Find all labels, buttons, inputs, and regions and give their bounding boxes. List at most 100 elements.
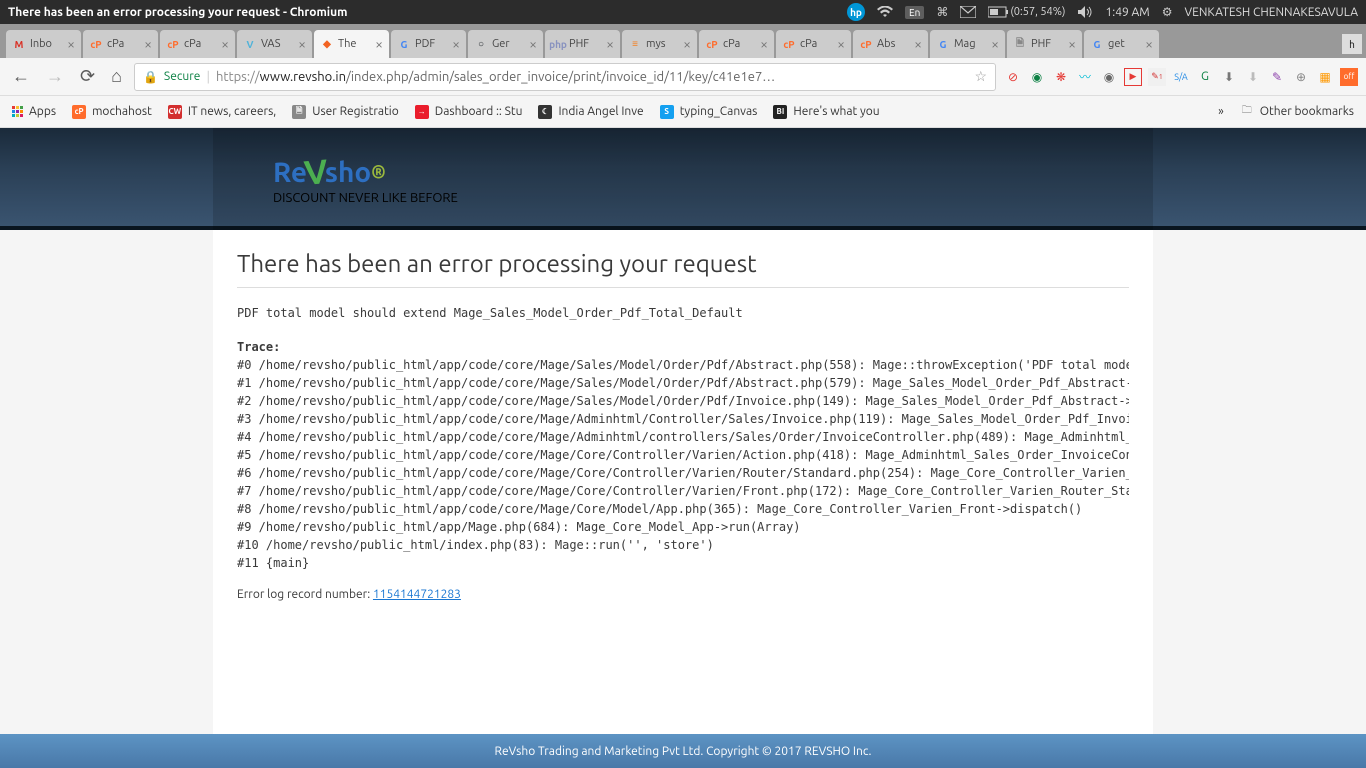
logo-area: ReVsho® DISCOUNT NEVER LIKE BEFORE <box>213 128 1153 230</box>
bookmark-item[interactable]: cPmochahost <box>72 105 152 119</box>
browser-tab[interactable]: ○Ger× <box>468 30 543 58</box>
lang-indicator[interactable]: En <box>905 6 924 19</box>
site-logo[interactable]: ReVsho® DISCOUNT NEVER LIKE BEFORE <box>273 153 458 205</box>
ext-icon-3[interactable]: ❋ <box>1052 68 1070 86</box>
ext-icon-1[interactable]: ⊘ <box>1004 68 1022 86</box>
browser-tab[interactable]: ◆The× <box>314 30 389 58</box>
bookmark-item[interactable]: Styping_Canvas <box>660 105 758 119</box>
trace-scroll[interactable]: Trace: #0 /home/revsho/public_html/app/c… <box>237 338 1129 578</box>
tab-close-icon[interactable]: × <box>298 36 306 52</box>
tab-favicon: cP <box>705 37 719 51</box>
bookmark-item[interactable]: →Dashboard :: Stu <box>415 105 523 119</box>
tab-title: PHF <box>569 38 602 50</box>
bookmark-title: IT news, careers, <box>188 105 276 118</box>
forward-button[interactable]: → <box>42 66 68 87</box>
ext-icon-13[interactable]: ⊕ <box>1292 68 1310 86</box>
browser-tab[interactable]: VVAS× <box>237 30 312 58</box>
tab-close-icon[interactable]: × <box>67 36 75 52</box>
reload-button[interactable]: ⟳ <box>76 66 99 87</box>
ext-icon-5[interactable]: ◉ <box>1100 68 1118 86</box>
tab-favicon: php <box>551 37 565 51</box>
tab-favicon: cP <box>166 37 180 51</box>
ext-icon-6[interactable]: ▶ <box>1124 68 1142 86</box>
tab-title: PDF <box>415 38 448 50</box>
tab-close-icon[interactable]: × <box>760 36 768 52</box>
tab-close-icon[interactable]: × <box>837 36 845 52</box>
ext-icon-9[interactable]: G <box>1196 68 1214 86</box>
tab-favicon: M <box>12 37 26 51</box>
bookmark-item[interactable]: BIHere's what you <box>773 105 879 119</box>
bookmark-item[interactable]: CW IT news, careers, <box>168 105 276 119</box>
tab-close-icon[interactable]: × <box>375 36 383 52</box>
tab-close-icon[interactable]: × <box>529 36 537 52</box>
star-icon[interactable]: ☆ <box>974 68 987 85</box>
tab-favicon: G <box>936 37 950 51</box>
other-bookmarks-label: Other bookmarks <box>1260 105 1354 118</box>
log-record: Error log record number: 1154144721283 <box>237 588 1129 601</box>
stack-trace: Trace: #0 /home/revsho/public_html/app/c… <box>237 338 1129 578</box>
tab-favicon: ≡ <box>628 37 642 51</box>
page-viewport[interactable]: ReVsho® DISCOUNT NEVER LIKE BEFORE There… <box>0 128 1366 768</box>
tab-close-icon[interactable]: × <box>683 36 691 52</box>
browser-tab[interactable]: cP cPa × <box>776 30 851 58</box>
tab-close-icon[interactable]: × <box>606 36 614 52</box>
browser-tab[interactable]: M Inbo × <box>6 30 81 58</box>
tab-close-icon[interactable]: × <box>914 36 922 52</box>
ext-icon-14[interactable]: ▦ <box>1316 68 1334 86</box>
tab-close-icon[interactable]: × <box>221 36 229 52</box>
gear-icon[interactable]: ⚙ <box>1162 5 1173 19</box>
tab-title: Inbo <box>30 38 63 50</box>
tab-title: VAS <box>261 38 294 50</box>
bookmark-item[interactable]: 🗎User Registratio <box>292 105 399 119</box>
ext-icon-11[interactable]: ⬇ <box>1244 68 1262 86</box>
browser-tab[interactable]: GPDF× <box>391 30 466 58</box>
clock[interactable]: 1:49 AM <box>1105 6 1149 19</box>
user-name[interactable]: VENKATESH CHENNAKESAVULA <box>1184 6 1358 19</box>
ext-icon-12[interactable]: ✎ <box>1268 68 1286 86</box>
log-number-link[interactable]: 1154144721283 <box>373 588 461 601</box>
ext-icon-15[interactable]: off <box>1340 68 1358 86</box>
ext-icon-8[interactable]: S/A <box>1172 68 1190 86</box>
other-bookmarks[interactable]: 🗀Other bookmarks <box>1240 105 1354 119</box>
tab-title: cPa <box>800 38 833 50</box>
ext-icon-10[interactable]: ⬇ <box>1220 68 1238 86</box>
ext-icon-2[interactable]: ◉ <box>1028 68 1046 86</box>
mail-icon[interactable] <box>960 6 976 18</box>
battery-icon[interactable]: (0:57, 54%) <box>988 6 1065 18</box>
tab-close-icon[interactable]: × <box>452 36 460 52</box>
tab-title: Ger <box>492 38 525 50</box>
browser-tab[interactable]: php PHF × <box>545 30 620 58</box>
bookmark-item[interactable]: Apps <box>12 105 56 118</box>
browser-tab[interactable]: cPcPa× <box>83 30 158 58</box>
tab-close-icon[interactable]: × <box>144 36 152 52</box>
error-content: There has been an error processing your … <box>213 230 1153 768</box>
ext-icon-7[interactable]: ✎1 <box>1148 68 1166 86</box>
browser-tab[interactable]: cPcPa× <box>699 30 774 58</box>
volume-icon[interactable] <box>1077 5 1093 19</box>
bookmark-favicon: cP <box>72 105 86 119</box>
site-footer: ReVsho Trading and Marketing Pvt Ltd. Co… <box>0 734 1366 768</box>
tab-close-icon[interactable]: × <box>991 36 999 52</box>
wifi-icon[interactable] <box>877 6 893 18</box>
browser-tab[interactable]: 🗎PHF× <box>1007 30 1082 58</box>
ext-icon-4[interactable]: 〰 <box>1076 68 1094 86</box>
browser-tab[interactable]: cPAbs× <box>853 30 928 58</box>
bookmarks-overflow[interactable]: » <box>1218 105 1224 118</box>
lock-icon: 🔒 <box>143 70 158 84</box>
tab-close-icon[interactable]: × <box>1068 36 1076 52</box>
url-input[interactable]: 🔒 Secure | https://www.revsho.in/index.p… <box>134 63 996 91</box>
back-button[interactable]: ← <box>8 66 34 87</box>
bookmark-item[interactable]: ☾India Angel Inve <box>538 105 643 119</box>
home-button[interactable]: ⌂ <box>107 66 126 87</box>
browser-tab[interactable]: GMag× <box>930 30 1005 58</box>
bluetooth-icon[interactable]: ⌘ <box>936 5 948 19</box>
bookmark-favicon: CW <box>168 105 182 119</box>
url-text: https://www.revsho.in/index.php/admin/sa… <box>216 70 969 84</box>
tab-favicon: cP <box>782 37 796 51</box>
browser-tab[interactable]: cPcPa× <box>160 30 235 58</box>
apps-icon <box>12 106 23 117</box>
tab-close-icon[interactable]: × <box>1145 36 1153 52</box>
tabstrip-menu[interactable]: h <box>1342 34 1362 54</box>
browser-tab[interactable]: ≡mys× <box>622 30 697 58</box>
browser-tab[interactable]: Gget× <box>1084 30 1159 58</box>
